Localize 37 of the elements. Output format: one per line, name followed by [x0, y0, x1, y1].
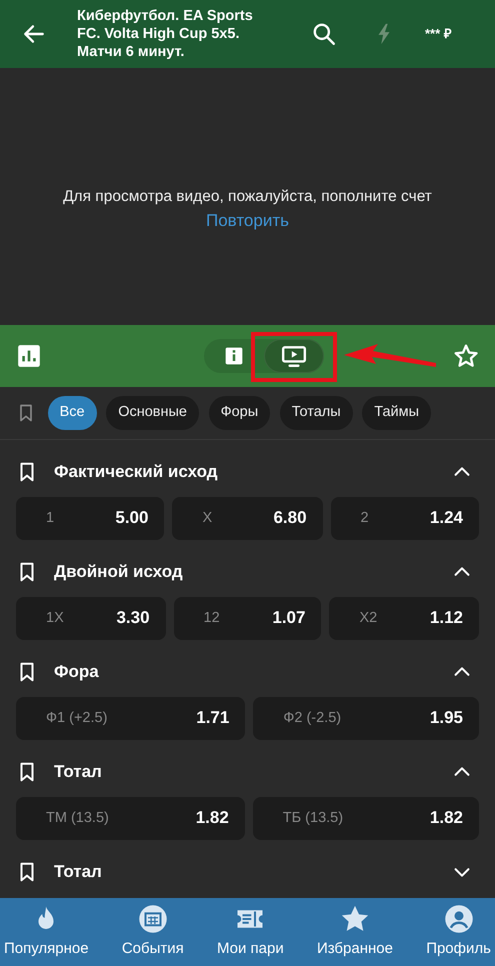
filter-chip[interactable]: Основные — [106, 396, 199, 430]
favorite-star-icon[interactable] — [453, 343, 479, 369]
search-icon[interactable] — [311, 21, 337, 47]
odd-button[interactable]: 2 1.24 — [330, 497, 479, 540]
odd-button[interactable]: X 6.80 — [172, 497, 323, 540]
odd-button[interactable]: 1 5.00 — [16, 497, 164, 540]
balance-text[interactable]: *** ₽ — [425, 24, 452, 44]
retry-link[interactable]: Повторить — [206, 208, 289, 234]
video-message: Для просмотра видео, пожалуйста, пополните счет — [63, 187, 432, 208]
calendar-icon — [138, 904, 168, 934]
filter-chip[interactable]: Все — [48, 396, 97, 430]
market-title: Фора — [54, 660, 99, 683]
market-title: Тотал — [54, 860, 102, 883]
nav-item[interactable]: Профиль — [426, 904, 491, 960]
odd-button[interactable]: X2 1.12 — [329, 597, 479, 640]
nav-item[interactable]: Популярное — [4, 904, 89, 960]
stats-icon[interactable] — [16, 343, 42, 369]
screen-play-icon — [280, 343, 306, 369]
odd-button[interactable]: Ф1 (+2.5) 1.71 — [16, 697, 246, 740]
odd-button[interactable]: ТБ (13.5) 1.82 — [252, 797, 479, 840]
market-title: Фактический исход — [54, 460, 218, 483]
odd-button[interactable]: Ф2 (-2.5) 1.95 — [253, 697, 480, 740]
nav-item[interactable]: Мои пари — [216, 904, 284, 960]
filter-chip[interactable]: Форы — [208, 396, 270, 430]
page-title: Киберфутбол. EA Sports FC. Volta High Cup 5x5. Матчи 6 минут. — [77, 7, 254, 61]
nav-item[interactable]: Избранное — [316, 904, 393, 960]
filter-chip[interactable]: Тоталы — [280, 396, 353, 430]
odd-button[interactable]: ТМ (13.5) 1.82 — [16, 797, 245, 840]
filter-chip[interactable]: Таймы — [362, 396, 432, 430]
info-icon — [224, 346, 244, 366]
market-title: Двойной исход — [54, 560, 183, 583]
odd-button[interactable]: 1X 3.30 — [16, 597, 166, 640]
odd-button[interactable]: 12 1.07 — [174, 597, 322, 640]
user-icon — [444, 904, 474, 934]
video-tab[interactable] — [264, 339, 324, 373]
market-title: Тотал — [54, 760, 102, 783]
nav-item[interactable]: События — [122, 904, 184, 960]
